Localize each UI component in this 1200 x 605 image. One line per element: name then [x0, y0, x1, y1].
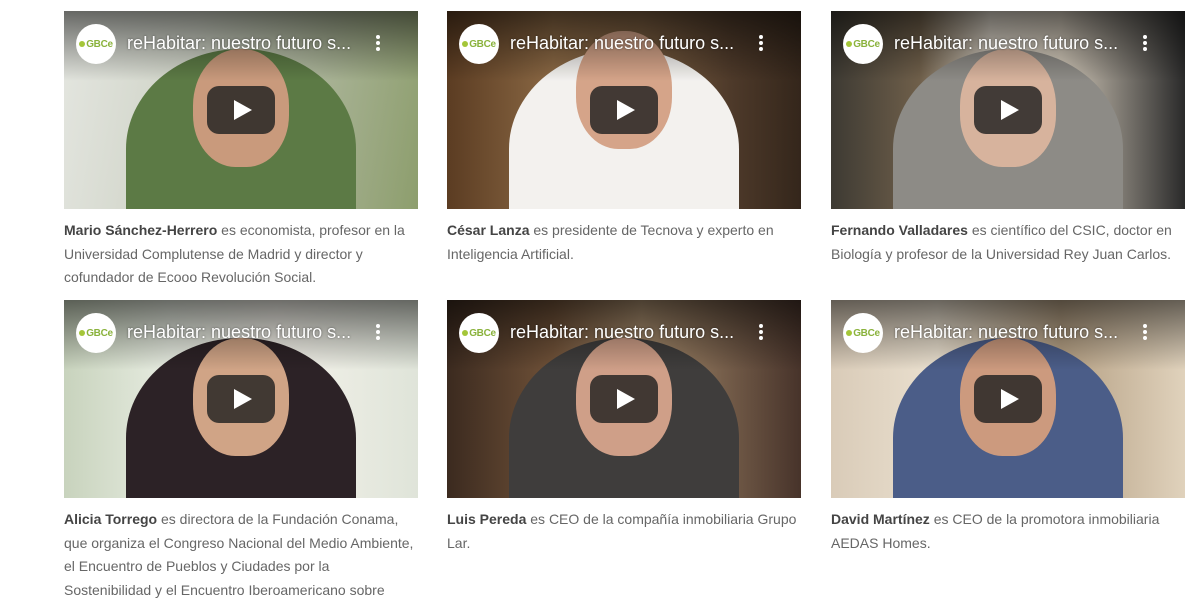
video-title[interactable]: reHabitar: nuestro futuro s...: [127, 33, 351, 54]
logo-leaf-icon: [79, 41, 86, 47]
video-title[interactable]: reHabitar: nuestro futuro s...: [127, 322, 351, 343]
speaker-caption: Mario Sánchez-Herrero es economista, pro…: [64, 219, 418, 290]
speaker-name: Fernando Valladares: [831, 222, 968, 238]
channel-logo[interactable]: GBCe: [76, 313, 116, 353]
play-button[interactable]: [590, 375, 658, 423]
play-button[interactable]: [590, 86, 658, 134]
logo-leaf-icon: [462, 330, 469, 336]
speaker-caption: David Martínez es CEO de la promotora in…: [831, 508, 1185, 555]
video-embed[interactable]: GBCe reHabitar: nuestro futuro s...: [64, 300, 418, 498]
speaker-caption: César Lanza es presidente de Tecnova y e…: [447, 219, 801, 266]
speaker-name: César Lanza: [447, 222, 530, 238]
play-button[interactable]: [974, 86, 1042, 134]
more-options-icon[interactable]: [1135, 33, 1155, 53]
video-embed[interactable]: GBCe reHabitar: nuestro futuro s...: [831, 300, 1185, 498]
channel-logo[interactable]: GBCe: [843, 313, 883, 353]
logo-leaf-icon: [462, 41, 469, 47]
speaker-card: GBCe reHabitar: nuestro futuro s... Césa…: [447, 11, 801, 266]
play-button[interactable]: [974, 375, 1042, 423]
channel-logo-text: GBCe: [853, 38, 880, 50]
more-options-icon[interactable]: [751, 322, 771, 342]
video-embed[interactable]: GBCe reHabitar: nuestro futuro s...: [831, 11, 1185, 209]
channel-logo[interactable]: GBCe: [843, 24, 883, 64]
play-button[interactable]: [207, 86, 275, 134]
channel-logo[interactable]: GBCe: [459, 24, 499, 64]
speaker-card: GBCe reHabitar: nuestro futuro s... Fern…: [831, 11, 1185, 266]
logo-leaf-icon: [846, 41, 853, 47]
speaker-name: Alicia Torrego: [64, 511, 158, 527]
video-title[interactable]: reHabitar: nuestro futuro s...: [510, 322, 734, 343]
speaker-caption: Alicia Torrego es directora de la Fundac…: [64, 508, 418, 602]
speaker-card: GBCe reHabitar: nuestro futuro s... Alic…: [64, 300, 418, 602]
channel-logo[interactable]: GBCe: [76, 24, 116, 64]
video-embed[interactable]: GBCe reHabitar: nuestro futuro s...: [447, 11, 801, 209]
speaker-name: Luis Pereda: [447, 511, 527, 527]
play-button[interactable]: [207, 375, 275, 423]
speaker-card: GBCe reHabitar: nuestro futuro s... Mari…: [64, 11, 418, 290]
channel-logo-text: GBCe: [86, 327, 113, 339]
video-title[interactable]: reHabitar: nuestro futuro s...: [510, 33, 734, 54]
more-options-icon[interactable]: [368, 322, 388, 342]
channel-logo-text: GBCe: [469, 38, 496, 50]
speaker-name: Mario Sánchez-Herrero: [64, 222, 218, 238]
speaker-caption: Fernando Valladares es científico del CS…: [831, 219, 1185, 266]
speaker-card: GBCe reHabitar: nuestro futuro s... Luis…: [447, 300, 801, 555]
channel-logo-text: GBCe: [86, 38, 113, 50]
speaker-card: GBCe reHabitar: nuestro futuro s... Davi…: [831, 300, 1185, 555]
speaker-caption: Luis Pereda es CEO de la compañía inmobi…: [447, 508, 801, 555]
video-embed[interactable]: GBCe reHabitar: nuestro futuro s...: [64, 11, 418, 209]
logo-leaf-icon: [79, 330, 86, 336]
channel-logo[interactable]: GBCe: [459, 313, 499, 353]
video-title[interactable]: reHabitar: nuestro futuro s...: [894, 33, 1118, 54]
channel-logo-text: GBCe: [853, 327, 880, 339]
channel-logo-text: GBCe: [469, 327, 496, 339]
logo-leaf-icon: [846, 330, 853, 336]
video-embed[interactable]: GBCe reHabitar: nuestro futuro s...: [447, 300, 801, 498]
more-options-icon[interactable]: [368, 33, 388, 53]
speaker-name: David Martínez: [831, 511, 930, 527]
more-options-icon[interactable]: [1135, 322, 1155, 342]
more-options-icon[interactable]: [751, 33, 771, 53]
video-title[interactable]: reHabitar: nuestro futuro s...: [894, 322, 1118, 343]
speakers-grid: GBCe reHabitar: nuestro futuro s... Mari…: [0, 0, 1200, 605]
